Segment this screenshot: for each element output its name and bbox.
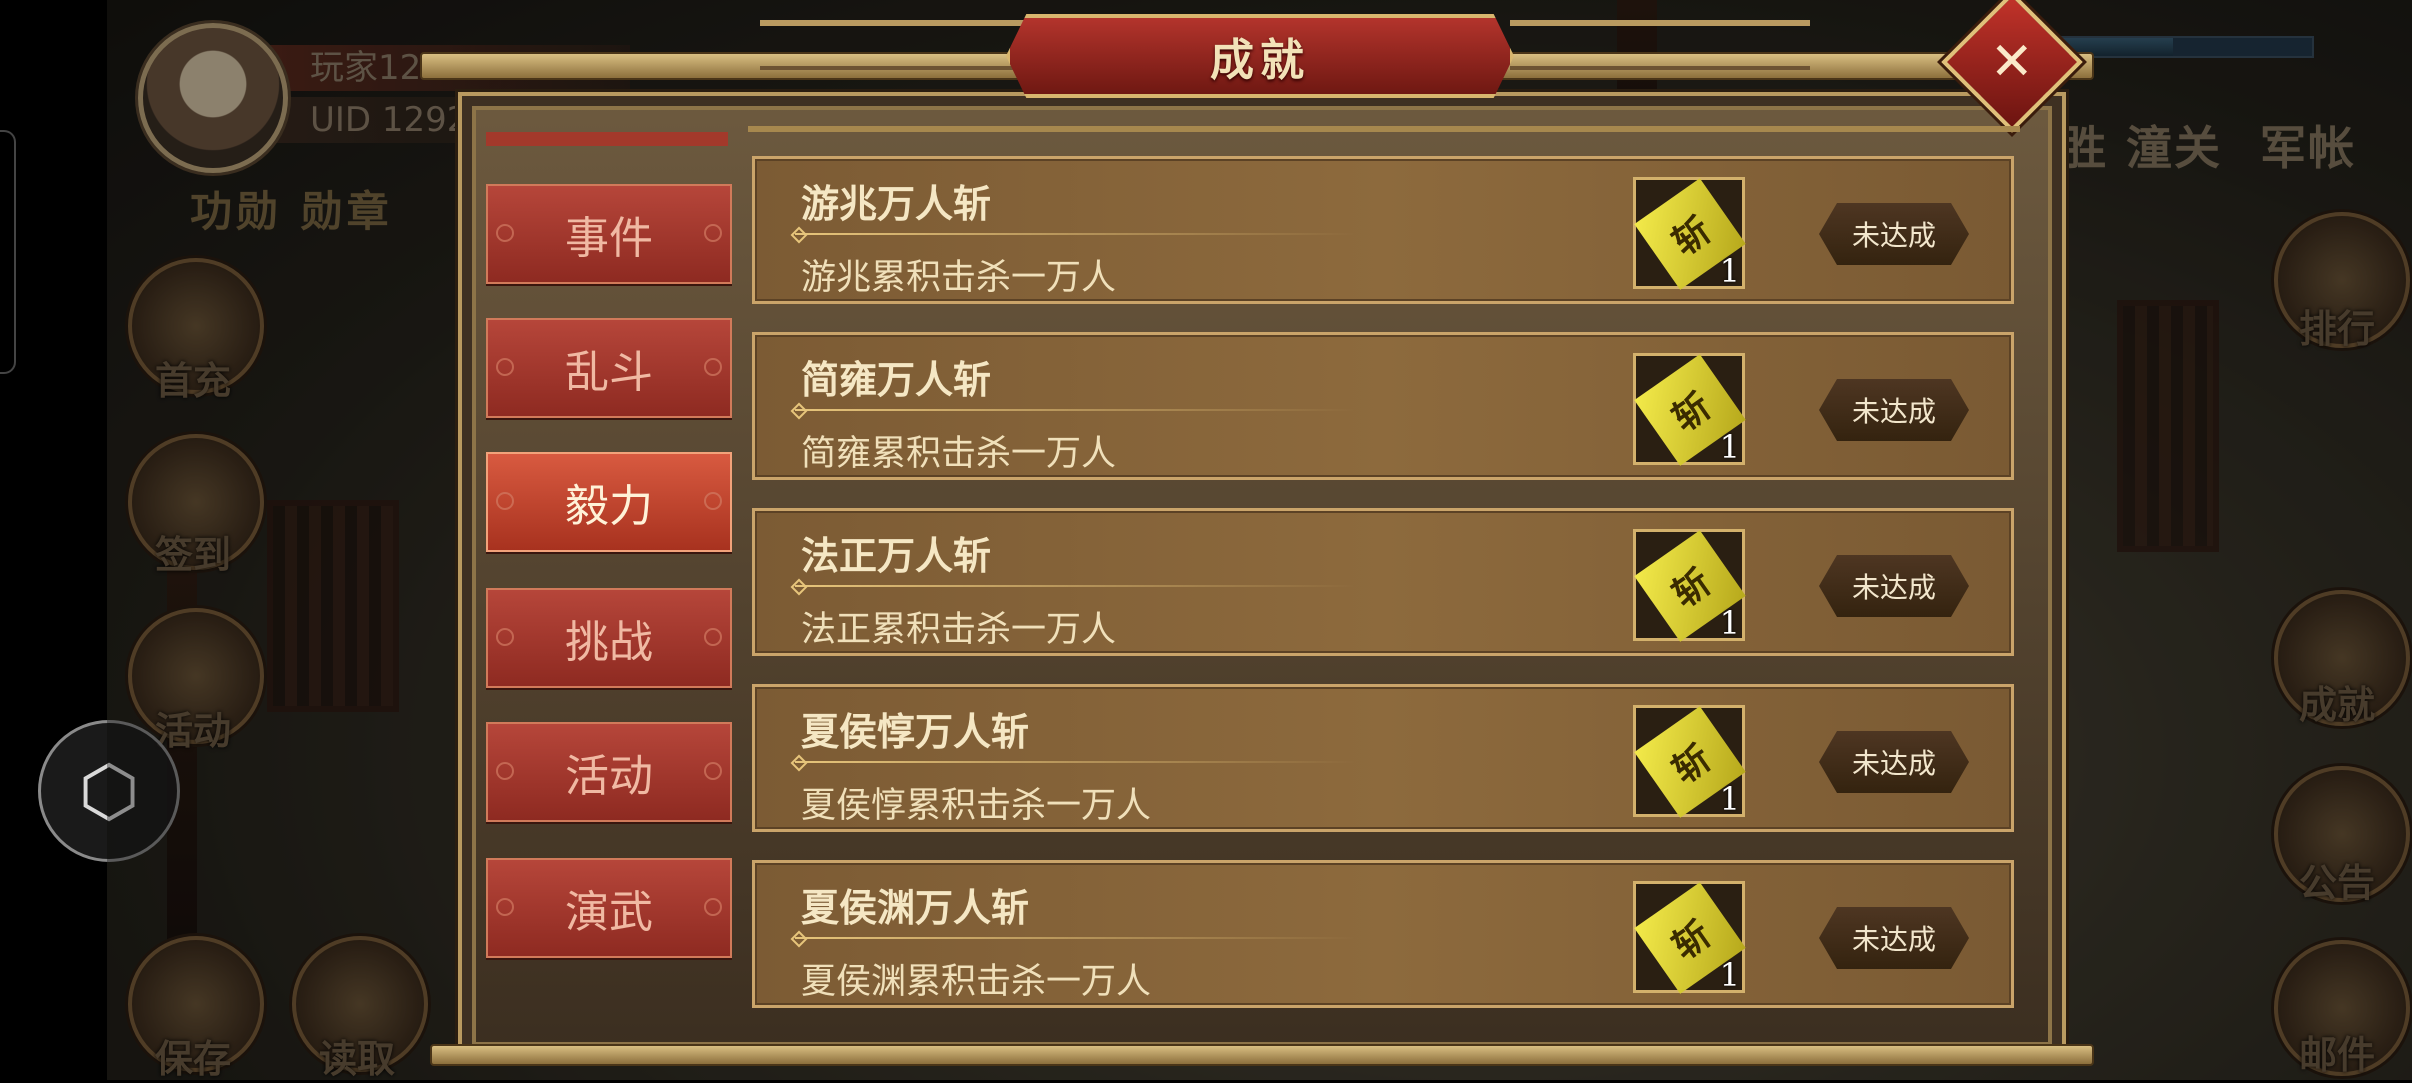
achievement-row: 游兆万人斩游兆累积击杀一万人 斩 1 未达成 bbox=[752, 156, 2014, 304]
reward-slot[interactable]: 斩1 bbox=[1633, 529, 1746, 642]
tab-label: 事件 bbox=[565, 213, 653, 264]
reward-slot[interactable]: 斩1 bbox=[1633, 177, 1746, 290]
row-divider bbox=[795, 761, 1355, 763]
status-button[interactable]: 未达成 bbox=[1819, 203, 1969, 265]
tab-ornament bbox=[704, 628, 722, 646]
achievement-row: 夏侯渊万人斩夏侯渊累积击杀一万人 斩 1 未达成 bbox=[752, 860, 2014, 1008]
achievement-description: 夏侯惇累积击杀一万人 bbox=[801, 786, 1152, 826]
tab-ornament bbox=[496, 358, 514, 376]
achievement-description: 游兆累积击杀一万人 bbox=[801, 258, 1117, 298]
divider-diamond-icon bbox=[790, 402, 808, 420]
divider-diamond-icon bbox=[790, 226, 808, 244]
achievement-row: 法正万人斩法正累积击杀一万人 斩 1 未达成 bbox=[752, 508, 2014, 656]
title-ornament-right bbox=[1510, 20, 1810, 70]
tab-ornament bbox=[496, 762, 514, 780]
tab-ornament bbox=[704, 224, 722, 242]
modal-title: 成就 bbox=[1210, 35, 1310, 86]
tab-ornament bbox=[496, 492, 514, 510]
status-button[interactable]: 未达成 bbox=[1819, 379, 1969, 441]
reward-slot[interactable]: 斩1 bbox=[1633, 881, 1746, 994]
achievement-name: 简雍万人斩 bbox=[801, 358, 992, 402]
achievement-row: 简雍万人斩简雍累积击杀一万人 斩 1 未达成 bbox=[752, 332, 2014, 480]
status-label: 未达成 bbox=[1851, 571, 1936, 604]
reward-quantity: 1 bbox=[1719, 604, 1740, 642]
tab-3[interactable]: 挑战 bbox=[486, 588, 732, 688]
reward-quantity: 1 bbox=[1719, 428, 1740, 466]
tab-label: 乱斗 bbox=[565, 347, 653, 398]
modal-bottom-trim bbox=[430, 1044, 2094, 1066]
reward-quantity: 1 bbox=[1719, 956, 1740, 994]
tab-label: 演武 bbox=[565, 887, 653, 938]
divider-diamond-icon bbox=[790, 930, 808, 948]
achievement-name: 夏侯渊万人斩 bbox=[801, 886, 1030, 930]
tab-2[interactable]: 毅力 bbox=[486, 452, 732, 552]
achievement-description: 简雍累积击杀一万人 bbox=[801, 434, 1117, 474]
status-label: 未达成 bbox=[1851, 923, 1936, 956]
modal-title-banner: 成就 bbox=[1006, 14, 1514, 98]
tab-ornament bbox=[496, 224, 514, 242]
list-top-line bbox=[748, 126, 2020, 132]
tab-label: 活动 bbox=[565, 751, 653, 802]
left-black-margin bbox=[0, 0, 107, 1080]
tab-ornament bbox=[704, 358, 722, 376]
reward-slot[interactable]: 斩1 bbox=[1633, 705, 1746, 818]
achievement-row: 夏侯惇万人斩夏侯惇累积击杀一万人 斩 1 未达成 bbox=[752, 684, 2014, 832]
status-label: 未达成 bbox=[1851, 747, 1936, 780]
tab-ornament bbox=[496, 898, 514, 916]
divider-diamond-icon bbox=[790, 754, 808, 772]
reward-slot[interactable]: 斩1 bbox=[1633, 353, 1746, 466]
screen-notch bbox=[0, 130, 16, 374]
achievement-name: 游兆万人斩 bbox=[801, 182, 992, 226]
status-button[interactable]: 未达成 bbox=[1819, 731, 1969, 793]
tab-4[interactable]: 活动 bbox=[486, 722, 732, 822]
reward-quantity: 1 bbox=[1719, 252, 1740, 290]
achievement-description: 夏侯渊累积击杀一万人 bbox=[801, 962, 1152, 1002]
row-divider bbox=[795, 937, 1355, 939]
status-button[interactable]: 未达成 bbox=[1819, 907, 1969, 969]
tab-5[interactable]: 演武 bbox=[486, 858, 732, 958]
tab-label: 挑战 bbox=[565, 617, 653, 668]
achievement-description: 法正累积击杀一万人 bbox=[801, 610, 1117, 650]
close-icon: ✕ bbox=[1990, 31, 2034, 92]
divider-diamond-icon bbox=[790, 578, 808, 596]
tab-ornament bbox=[704, 762, 722, 780]
row-divider bbox=[795, 233, 1355, 235]
reward-quantity: 1 bbox=[1719, 780, 1740, 818]
tab-ornament bbox=[704, 898, 722, 916]
tab-0[interactable]: 事件 bbox=[486, 184, 732, 284]
tab-header-bar bbox=[486, 132, 728, 146]
tab-label: 毅力 bbox=[565, 481, 653, 532]
row-divider bbox=[795, 585, 1355, 587]
tab-1[interactable]: 乱斗 bbox=[486, 318, 732, 418]
status-label: 未达成 bbox=[1851, 219, 1936, 252]
tab-ornament bbox=[704, 492, 722, 510]
tab-ornament bbox=[496, 628, 514, 646]
status-button[interactable]: 未达成 bbox=[1819, 555, 1969, 617]
status-label: 未达成 bbox=[1851, 395, 1936, 428]
achievement-name: 法正万人斩 bbox=[801, 534, 992, 578]
achievement-name: 夏侯惇万人斩 bbox=[801, 710, 1030, 754]
row-divider bbox=[795, 409, 1355, 411]
